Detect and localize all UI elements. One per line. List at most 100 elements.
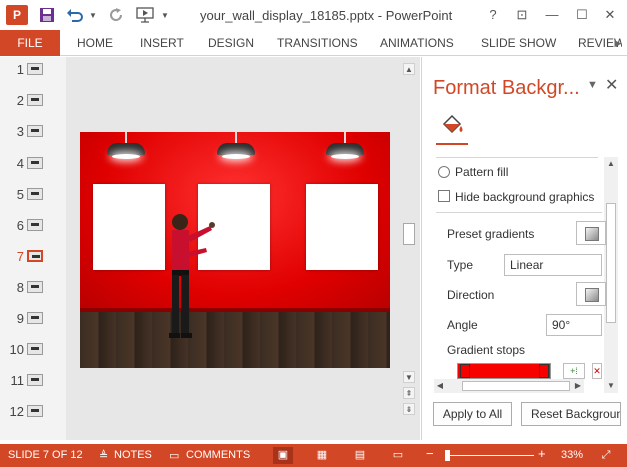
comments-button[interactable]: COMMENTS xyxy=(186,449,250,461)
gradient-stops-label: Gradient stops xyxy=(447,343,526,357)
fill-bucket-icon[interactable] xyxy=(441,114,465,138)
thumbnail-image[interactable] xyxy=(27,188,43,200)
previous-slide-icon[interactable]: ⇞ xyxy=(403,387,415,399)
thumbnail-number: 11 xyxy=(10,373,25,388)
scroll-thumb[interactable] xyxy=(462,381,570,391)
thumbnail-image[interactable] xyxy=(27,157,43,169)
remove-gradient-stop-icon[interactable]: ✕ xyxy=(592,363,602,379)
zoom-in-icon[interactable]: + xyxy=(538,446,546,461)
scroll-right-icon[interactable]: ▶ xyxy=(572,379,584,393)
zoom-level[interactable]: 33% xyxy=(561,449,583,461)
scroll-up-icon[interactable]: ▲ xyxy=(403,63,415,75)
thumbnail-image[interactable] xyxy=(27,374,43,386)
add-gradient-stop-icon[interactable]: +⁞ xyxy=(563,363,585,379)
thumbnail-image[interactable] xyxy=(27,219,43,231)
tab-slide-show[interactable]: SLIDE SHOW xyxy=(481,30,556,56)
apply-to-all-button[interactable]: Apply to All xyxy=(433,402,512,426)
thumbnail-item[interactable]: 10 xyxy=(0,340,66,364)
thumbnail-image[interactable] xyxy=(27,312,43,324)
thumbnail-item[interactable]: 5 xyxy=(0,185,66,209)
pane-options-icon[interactable]: ▼ xyxy=(587,79,598,91)
help-icon[interactable]: ? xyxy=(481,4,505,26)
thumbnail-item[interactable]: 12 xyxy=(0,402,66,426)
thumbnail-image[interactable] xyxy=(27,343,43,355)
thumbnail-item[interactable]: 1 xyxy=(0,60,66,84)
notes-button[interactable]: NOTES xyxy=(114,449,152,461)
pane-scrollbar[interactable]: ▲ ▼ xyxy=(604,157,618,393)
thumbnail-number: 12 xyxy=(9,404,24,419)
fit-slide-icon[interactable]: ⤢ xyxy=(596,447,616,464)
thumbnail-item-active[interactable]: 7 xyxy=(0,247,66,271)
scroll-up-icon[interactable]: ▲ xyxy=(604,157,618,171)
maximize-icon[interactable]: ☐ xyxy=(570,4,594,26)
slide-sorter-icon[interactable]: ▦ xyxy=(312,447,332,464)
start-from-beginning-icon[interactable] xyxy=(134,5,156,25)
reading-view-icon[interactable]: ▤ xyxy=(350,447,370,464)
thumbnail-item[interactable]: 9 xyxy=(0,309,66,333)
picture-frame[interactable] xyxy=(93,184,165,270)
notes-icon[interactable]: ≜ xyxy=(99,449,108,462)
type-dropdown[interactable]: Linear xyxy=(504,254,602,276)
tab-home[interactable]: HOME xyxy=(77,30,113,56)
scroll-thumb[interactable] xyxy=(403,223,415,245)
tab-transitions[interactable]: TRANSITIONS xyxy=(277,30,358,56)
type-label: Type xyxy=(447,258,474,272)
ribbon-scroll-right-icon[interactable]: ▶ xyxy=(611,30,625,56)
reset-background-button[interactable]: Reset Background xyxy=(521,402,621,426)
close-icon[interactable]: ✕ xyxy=(598,4,622,26)
ribbon-display-options-icon[interactable]: ⊡ xyxy=(510,4,534,26)
minimize-icon[interactable]: — xyxy=(540,4,564,26)
thumbnail-image[interactable] xyxy=(27,250,43,262)
zoom-out-icon[interactable]: − xyxy=(426,446,434,461)
angle-input[interactable]: 90° xyxy=(546,314,602,336)
tab-animations[interactable]: ANIMATIONS xyxy=(380,30,454,56)
thumbnail-number: 3 xyxy=(16,124,24,139)
tab-design[interactable]: DESIGN xyxy=(208,30,254,56)
thumbnail-number: 5 xyxy=(16,187,24,202)
next-slide-icon[interactable]: ⇟ xyxy=(403,403,415,415)
normal-view-icon[interactable]: ▣ xyxy=(273,447,293,464)
direction-button[interactable] xyxy=(576,282,606,306)
thumbnail-item[interactable]: 3 xyxy=(0,122,66,146)
tab-insert[interactable]: INSERT xyxy=(140,30,184,56)
customize-toolbar-icon[interactable]: ▼ xyxy=(160,5,170,25)
zoom-slider-track[interactable] xyxy=(450,455,534,456)
thumbnail-item[interactable]: 8 xyxy=(0,278,66,302)
scroll-down-icon[interactable]: ▼ xyxy=(403,371,415,383)
slide-show-icon[interactable]: ▭ xyxy=(388,447,408,464)
presenter-figure[interactable] xyxy=(166,212,226,348)
gradient-stop-handle[interactable] xyxy=(539,364,549,378)
slide-canvas[interactable] xyxy=(80,132,390,368)
undo-icon[interactable] xyxy=(64,5,86,25)
thumbnail-image[interactable] xyxy=(27,405,43,417)
hide-background-checkbox[interactable] xyxy=(438,190,450,202)
thumbnail-item[interactable]: 6 xyxy=(0,216,66,240)
thumbnail-item[interactable]: 4 xyxy=(0,154,66,178)
scroll-left-icon[interactable]: ◀ xyxy=(434,379,446,393)
undo-dropdown-icon[interactable]: ▼ xyxy=(88,5,98,25)
angle-label: Angle xyxy=(447,318,478,332)
thumbnail-image[interactable] xyxy=(27,94,43,106)
comments-icon[interactable]: ▭ xyxy=(169,449,179,462)
thumbnail-image[interactable] xyxy=(27,125,43,137)
gradient-stop-handle[interactable] xyxy=(460,364,470,378)
divider xyxy=(436,157,598,158)
pane-close-icon[interactable]: ✕ xyxy=(605,75,618,95)
tab-file[interactable]: FILE xyxy=(0,30,60,56)
slide-scrollbar[interactable]: ▲ ▼ ⇞ ⇟ xyxy=(403,63,415,423)
scroll-thumb[interactable] xyxy=(606,203,616,323)
pane-horizontal-scrollbar[interactable]: ◀ ▶ xyxy=(434,379,584,393)
preset-gradients-button[interactable] xyxy=(576,221,606,245)
thumbnail-item[interactable]: 11 xyxy=(0,371,66,395)
hide-background-label: Hide background graphics xyxy=(455,190,595,204)
save-icon[interactable] xyxy=(36,5,58,25)
redo-icon[interactable] xyxy=(106,5,126,25)
zoom-slider-thumb[interactable] xyxy=(445,450,450,461)
thumbnail-image[interactable] xyxy=(27,63,43,75)
picture-frame[interactable] xyxy=(306,184,378,270)
thumbnail-item[interactable]: 2 xyxy=(0,91,66,115)
scroll-down-icon[interactable]: ▼ xyxy=(604,379,618,393)
gradient-stops-bar[interactable] xyxy=(457,363,551,379)
pattern-fill-radio[interactable] xyxy=(438,166,450,178)
thumbnail-image[interactable] xyxy=(27,281,43,293)
